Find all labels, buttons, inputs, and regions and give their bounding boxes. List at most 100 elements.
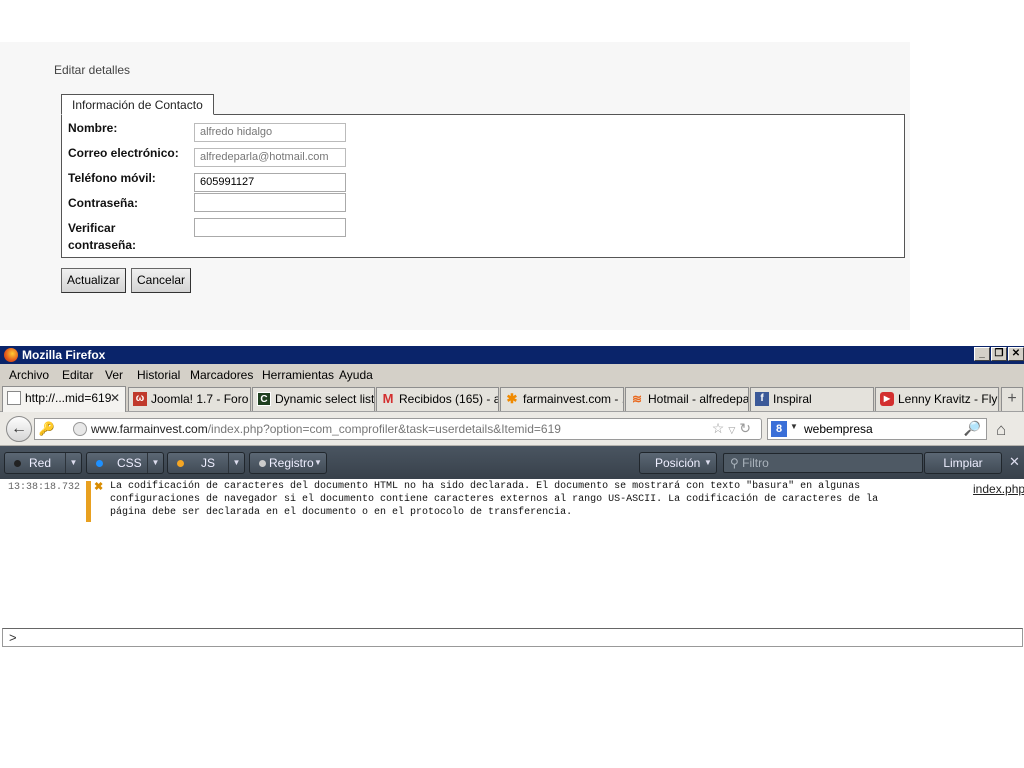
webpage-content: Editar detalles Información de Contacto … <box>0 42 910 330</box>
page-title: Editar detalles <box>54 63 131 77</box>
email-label: Correo electrónico: <box>68 146 179 160</box>
phone-field[interactable]: 605991127 <box>194 173 346 192</box>
log-label: Registro <box>269 456 314 470</box>
filter-css-button[interactable]: CSS ▼ <box>86 452 164 474</box>
codeproject-icon: C <box>257 392 271 406</box>
search-bar[interactable]: 8 ▼ webempresa 🔎 <box>767 418 987 440</box>
minimize-icon[interactable]: _ <box>974 347 990 361</box>
tab-label: Joomla! 1.7 - Foro ... <box>151 392 251 406</box>
js-label: JS <box>201 456 216 470</box>
dropdown-arrow-icon[interactable]: ▽ <box>728 425 739 435</box>
css-label: CSS <box>117 456 142 470</box>
menu-herramientas[interactable]: Herramientas <box>262 368 334 382</box>
back-button[interactable]: ← <box>6 416 32 442</box>
tab-label: farmainvest.com - ... <box>523 392 624 406</box>
chevron-down-icon[interactable]: ▼ <box>700 453 716 473</box>
fieldset-legend[interactable]: Información de Contacto <box>61 94 214 115</box>
close-icon[interactable]: ✕ <box>1009 454 1020 470</box>
google-search-engine-icon[interactable]: 8 <box>771 421 787 437</box>
chevron-down-icon[interactable]: ▼ <box>147 453 163 473</box>
youtube-icon: ▶ <box>880 392 894 406</box>
tab-youtube[interactable]: ▶ Lenny Kravitz - Fly ... <box>875 387 999 411</box>
update-button[interactable]: Actualizar <box>61 268 126 293</box>
contact-fieldset: Nombre: alfredo hidalgo Correo electróni… <box>61 114 905 258</box>
net-status-dot <box>14 460 21 467</box>
password-label: Contraseña: <box>68 196 139 210</box>
chevron-down-icon[interactable]: ▼ <box>228 453 244 473</box>
gmail-icon: M <box>382 391 394 406</box>
clear-button[interactable]: Limpiar <box>924 452 1002 474</box>
window-title: Mozilla Firefox <box>22 348 106 362</box>
menu-historial[interactable]: Historial <box>137 368 180 382</box>
filter-log-button[interactable]: Registro ▼ <box>249 452 327 474</box>
back-arrow-icon: ← <box>11 420 27 437</box>
tab-label: Hotmail - alfredepar... <box>648 392 749 406</box>
tab-gmail[interactable]: M Recibidos (165) - al... <box>376 387 499 411</box>
tab-facebook[interactable]: f Inspiral <box>750 387 874 411</box>
globe-icon <box>73 422 87 436</box>
menu-ver[interactable]: Ver <box>105 368 123 382</box>
message-source-link[interactable]: index.php <box>973 482 1024 496</box>
search-engine-dropdown-icon[interactable]: ▼ <box>790 422 798 431</box>
reload-icon[interactable]: ↻ <box>739 420 755 436</box>
console-filter-input[interactable]: ⚲ Filtro <box>723 453 923 473</box>
menu-marcadores[interactable]: Marcadores <box>190 368 253 382</box>
tab-hotmail[interactable]: ≋ Hotmail - alfredepar... <box>625 387 749 411</box>
search-icon[interactable]: 🔎 <box>964 420 981 437</box>
console-input[interactable]: > <box>2 628 1023 647</box>
password-field[interactable] <box>194 193 346 212</box>
email-field[interactable]: alfredeparla@hotmail.com <box>194 148 346 167</box>
tab-dynamic-select[interactable]: C Dynamic select list ... <box>252 387 375 411</box>
filter-net-button[interactable]: Red ▼ <box>4 452 82 474</box>
tab-current[interactable]: http://...mid=619 ✕ <box>2 386 126 412</box>
position-label: Posición <box>655 456 701 470</box>
menu-editar[interactable]: Editar <box>62 368 93 382</box>
position-button[interactable]: Posición ▼ <box>639 452 717 474</box>
menu-ayuda[interactable]: Ayuda <box>339 368 373 382</box>
home-icon[interactable]: ⌂ <box>996 420 1006 440</box>
verify-password-field[interactable] <box>194 218 346 237</box>
menu-archivo[interactable]: Archivo <box>9 368 49 382</box>
tab-joomla-forum[interactable]: ω Joomla! 1.7 - Foro ... <box>128 387 251 411</box>
css-status-dot <box>96 460 103 467</box>
filter-js-button[interactable]: JS ▼ <box>167 452 245 474</box>
tab-farmainvest[interactable]: ✱ farmainvest.com - ... <box>500 387 624 411</box>
tab-close-icon[interactable]: ✕ <box>110 387 120 409</box>
message-text: La codificación de caracteres del docume… <box>110 481 879 518</box>
search-input[interactable]: webempresa <box>804 422 873 436</box>
js-status-dot <box>177 460 184 467</box>
bookmark-star-icon[interactable]: ☆ <box>712 420 729 436</box>
tab-bar: http://...mid=619 ✕ ω Joomla! 1.7 - Foro… <box>0 386 1024 412</box>
url-text[interactable]: www.farmainvest.com/index.php?option=com… <box>91 422 561 436</box>
url-domain: www.farmainvest.com <box>91 422 208 436</box>
blank-page-icon <box>7 391 21 405</box>
tab-label: Inspiral <box>773 392 812 406</box>
chevron-down-icon[interactable]: ▼ <box>310 453 326 473</box>
close-icon[interactable]: ✕ <box>1008 347 1024 361</box>
navigation-bar: 🔑 www.farmainvest.com/index.php?option=c… <box>0 412 1024 446</box>
restore-icon[interactable]: ❐ <box>991 347 1007 361</box>
console-output: 13:38:18.732 ✖ La codificación de caract… <box>0 479 1024 626</box>
name-field[interactable]: alfredo hidalgo <box>194 123 346 142</box>
firefox-icon <box>4 348 18 362</box>
name-label: Nombre: <box>68 121 118 135</box>
search-icon: ⚲ <box>730 456 739 470</box>
url-bar-icons: ☆▽↻ <box>712 420 755 437</box>
tab-label: http://...mid=619 <box>25 391 112 405</box>
message-timestamp: 13:38:18.732 <box>8 482 81 493</box>
filter-placeholder: Filtro <box>742 456 769 470</box>
site-identity-icon[interactable]: 🔑 <box>37 420 57 438</box>
window-titlebar: Mozilla Firefox _ ❐ ✕ <box>0 346 1024 364</box>
warning-severity-bar <box>86 481 91 522</box>
web-console-toolbar: Red ▼ CSS ▼ JS ▼ Registro ▼ Posición ▼ ⚲… <box>0 446 1024 479</box>
url-bar[interactable]: 🔑 www.farmainvest.com/index.php?option=c… <box>34 418 762 440</box>
new-tab-button[interactable]: + <box>1001 387 1023 411</box>
chevron-down-icon[interactable]: ▼ <box>65 453 81 473</box>
warning-icon: ✖ <box>94 481 104 493</box>
cancel-button[interactable]: Cancelar <box>131 268 192 293</box>
prompt-chevron-icon: > <box>9 630 17 645</box>
phone-label: Teléfono móvil: <box>68 171 156 185</box>
menu-bar: Archivo Editar Ver Historial Marcadores … <box>0 364 1024 386</box>
url-path: /index.php?option=com_comprofiler&task=u… <box>207 422 561 436</box>
verify-password-label: Verificar contraseña: <box>68 221 137 252</box>
